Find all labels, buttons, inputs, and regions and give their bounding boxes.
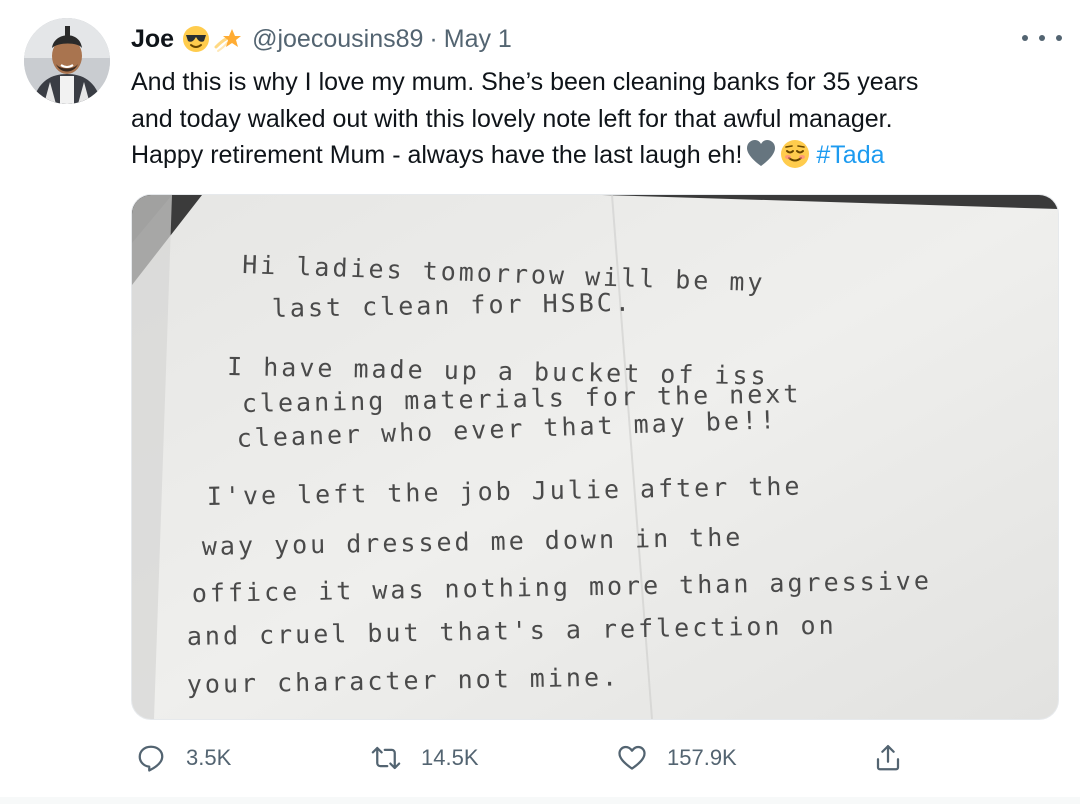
tweet-actions: 3.5K 14.5K 157.9K: [131, 736, 931, 780]
hashtag-link[interactable]: #Tada: [816, 141, 884, 169]
retweet-button[interactable]: 14.5K: [371, 736, 479, 780]
avatar-photo: [24, 18, 110, 104]
tweet-text-line-3: Happy retirement Mum - always have the l…: [131, 141, 743, 169]
more-options-icon[interactable]: [1022, 25, 1062, 51]
tweet-text: And this is why I love my mum. She’s bee…: [131, 64, 1051, 174]
share-icon: [876, 745, 900, 771]
sunglasses-face-icon: [183, 26, 210, 52]
tweet-date[interactable]: May 1: [444, 25, 512, 54]
relieved-face-icon: [781, 140, 810, 168]
tweet-text-line-2: and today walked out with this lovely no…: [131, 104, 893, 133]
tweet[interactable]: Joe @joecousins89 · May 1 And this is wh…: [0, 0, 1080, 804]
author-name[interactable]: Joe: [131, 25, 174, 54]
share-button[interactable]: [873, 736, 923, 780]
reply-count: 3.5K: [186, 745, 232, 770]
divider: [0, 797, 1080, 804]
separator-dot: ·: [429, 24, 438, 53]
heart-icon: [618, 745, 646, 770]
tweet-header: Joe @joecousins89 · May 1: [131, 22, 512, 56]
reply-icon: [138, 745, 164, 772]
avatar[interactable]: [24, 18, 110, 104]
retweet-icon: [371, 746, 401, 770]
tweet-text-line-3-wrap: Happy retirement Mum - always have the l…: [131, 137, 1051, 174]
author-handle[interactable]: @joecousins89: [252, 25, 423, 54]
note-photo: Hi ladies tomorrow will be my last clean…: [132, 195, 1058, 719]
grey-heart-icon: [747, 140, 776, 166]
reply-button[interactable]: 3.5K: [136, 736, 231, 780]
like-button[interactable]: 157.9K: [617, 736, 737, 780]
retweet-count: 14.5K: [421, 745, 479, 770]
like-count: 157.9K: [667, 745, 737, 770]
tweet-text-line-1: And this is why I love my mum. She’s bee…: [131, 68, 919, 96]
tweet-media[interactable]: Hi ladies tomorrow will be my last clean…: [131, 194, 1059, 720]
shooting-star-icon: [214, 29, 242, 52]
